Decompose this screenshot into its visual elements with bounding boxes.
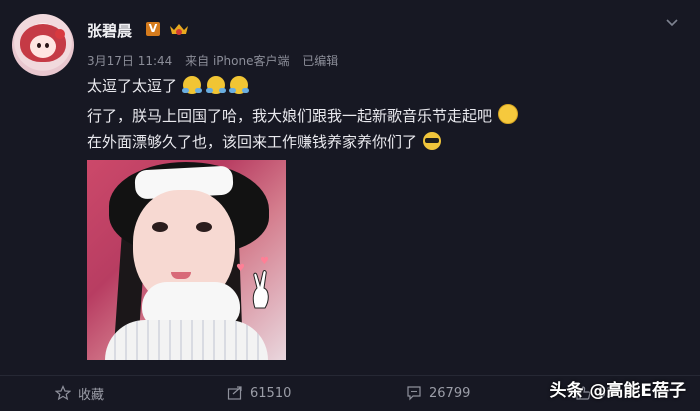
avatar-decoration (55, 29, 65, 39)
post-line-2: 行了，朕马上回国了哈，我大娘们跟我一起新歌音乐节走起吧 (87, 104, 518, 126)
hug-emoji-icon (229, 76, 250, 94)
hug-emoji-icon (181, 76, 202, 94)
post-line-1: 太逗了太逗了 (87, 75, 250, 96)
post-line-1-text: 太逗了太逗了 (87, 77, 178, 95)
post-date[interactable]: 3月17日 11:44 (87, 54, 172, 68)
post-status: 已编辑 (302, 54, 339, 68)
sunglasses-emoji-icon (422, 132, 441, 150)
watermark: 头条 @高能E蓓子 (549, 381, 686, 401)
author-name[interactable]: 张碧晨 (87, 20, 132, 41)
chevron-down-icon[interactable] (665, 15, 679, 29)
weibo-post-card: 张碧晨 V 3月17日 11:44 来自 iPhone客户端 已编辑 太逗了太逗… (0, 0, 700, 411)
avatar-eye-right (45, 43, 49, 48)
post-line-3: 在外面漂够久了也，该回来工作赚钱养家养你们了 (87, 131, 441, 152)
post-line-3-text: 在外面漂够久了也，该回来工作赚钱养家养你们了 (87, 133, 418, 151)
favorite-button[interactable]: 收藏 (55, 382, 104, 404)
avatar[interactable] (12, 14, 74, 76)
peace-sign-icon (252, 270, 269, 309)
post-line-2-text: 行了，朕马上回国了哈，我大娘们跟我一起新歌音乐节走起吧 (87, 107, 493, 125)
comment-button[interactable]: 26799 (406, 382, 470, 404)
verified-badge: V (146, 22, 160, 36)
comment-icon (407, 386, 421, 401)
heart-icon: ♥ (260, 256, 269, 267)
photo-shirt (105, 320, 268, 360)
share-icon (227, 386, 242, 400)
comment-count: 26799 (429, 385, 471, 401)
favorite-label: 收藏 (78, 387, 105, 403)
post-photo[interactable]: ♥ ♥ (87, 160, 286, 360)
crown-icon (170, 24, 188, 35)
smile-emoji-icon (497, 104, 518, 124)
share-button[interactable]: 61510 (227, 382, 291, 404)
star-icon (55, 385, 71, 401)
avatar-eye-left (37, 43, 41, 48)
heart-icon: ♥ (236, 263, 245, 274)
photo-eyes (152, 222, 212, 232)
share-count: 61510 (250, 385, 292, 401)
hug-emoji-icon (205, 76, 226, 94)
post-meta: 3月17日 11:44 来自 iPhone客户端 已编辑 (87, 52, 347, 69)
post-source: 来自 iPhone客户端 (185, 54, 290, 68)
avatar-face (30, 35, 56, 58)
